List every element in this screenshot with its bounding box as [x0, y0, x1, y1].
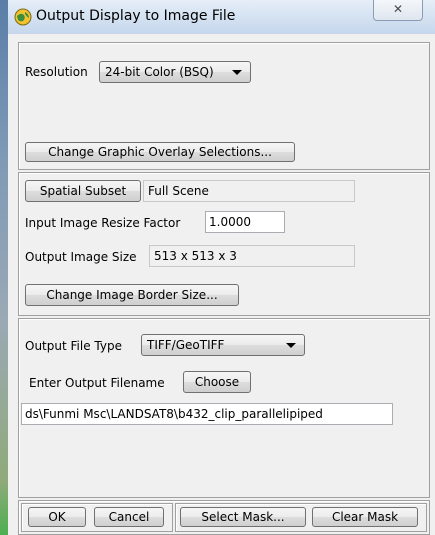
- output-size-value: 513 x 513 x 3: [149, 245, 355, 267]
- dialog-window: Output Display to Image File ✕ Resolutio…: [8, 0, 435, 535]
- window-title: Output Display to Image File: [36, 8, 236, 24]
- chevron-down-icon: [286, 343, 296, 348]
- output-size-label: Output Image Size: [25, 250, 137, 264]
- chevron-down-icon: [232, 70, 242, 75]
- output-filename-input[interactable]: ds\Funmi Msc\LANDSAT8\b432_clip_parallel…: [21, 403, 393, 425]
- resolution-panel: Resolution 24-bit Color (BSQ) Change Gra…: [18, 42, 430, 170]
- background-strip: [0, 0, 8, 535]
- ok-button[interactable]: OK: [28, 507, 86, 527]
- title-bar[interactable]: Output Display to Image File ✕: [8, 0, 435, 34]
- file-type-label: Output File Type: [25, 339, 122, 353]
- output-filename-label: Enter Output Filename: [29, 376, 165, 390]
- close-button[interactable]: ✕: [373, 0, 423, 21]
- select-mask-button[interactable]: Select Mask...: [180, 507, 306, 527]
- change-border-button[interactable]: Change Image Border Size...: [25, 284, 239, 306]
- image-settings-panel: Spatial Subset Full Scene Input Image Re…: [18, 172, 430, 316]
- choose-button[interactable]: Choose: [183, 371, 251, 393]
- action-bar: OK Cancel Select Mask... Clear Mask: [18, 500, 430, 535]
- resize-factor-label: Input Image Resize Factor: [25, 216, 181, 230]
- resize-factor-input[interactable]: 1.0000: [205, 211, 285, 233]
- resolution-label: Resolution: [25, 65, 88, 79]
- dialog-body: Resolution 24-bit Color (BSQ) Change Gra…: [8, 34, 435, 535]
- file-type-dropdown[interactable]: TIFF/GeoTIFF: [141, 334, 305, 356]
- envi-globe-icon: [14, 8, 32, 26]
- spatial-subset-value: Full Scene: [143, 180, 355, 202]
- spatial-subset-button[interactable]: Spatial Subset: [25, 180, 141, 202]
- ok-cancel-group: OK Cancel: [21, 503, 173, 532]
- change-overlay-button[interactable]: Change Graphic Overlay Selections...: [25, 142, 295, 162]
- resolution-selected: 24-bit Color (BSQ): [105, 65, 214, 79]
- clear-mask-button[interactable]: Clear Mask: [312, 507, 418, 527]
- mask-group: Select Mask... Clear Mask: [175, 503, 427, 532]
- cancel-button[interactable]: Cancel: [94, 507, 164, 527]
- close-icon: ✕: [392, 2, 404, 16]
- output-file-panel: Output File Type TIFF/GeoTIFF Enter Outp…: [18, 318, 430, 498]
- file-type-selected: TIFF/GeoTIFF: [147, 338, 225, 352]
- resolution-dropdown[interactable]: 24-bit Color (BSQ): [99, 61, 251, 83]
